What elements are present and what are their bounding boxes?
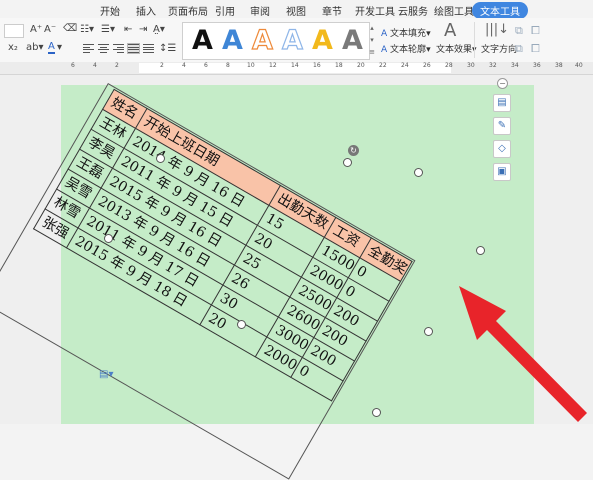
red-arrow-annotation [459,286,587,422]
arrow-shape [459,286,587,422]
